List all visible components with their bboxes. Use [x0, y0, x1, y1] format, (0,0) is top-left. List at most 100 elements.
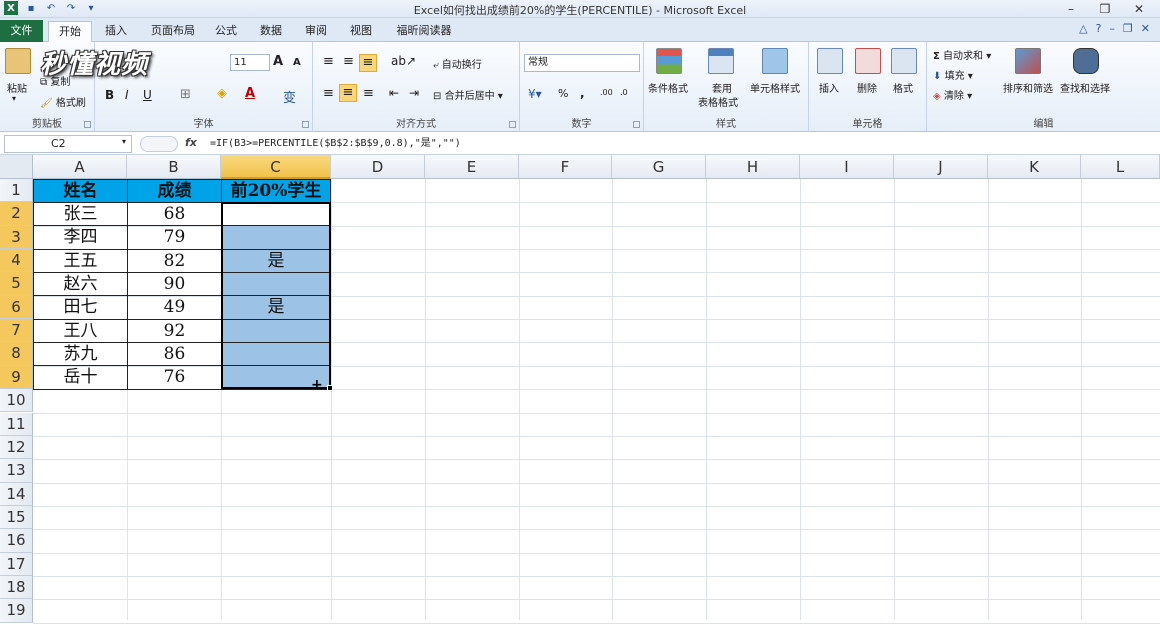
number-format-select[interactable]: 常规: [524, 54, 640, 72]
cell-a1-header[interactable]: 姓名: [33, 179, 128, 203]
fill-color-icon[interactable]: ◈: [217, 86, 227, 101]
column-header-h[interactable]: H: [706, 155, 800, 179]
formula-input[interactable]: =IF(B3>=PERCENTILE($B$2:$B$9,0.8),"是",""…: [210, 135, 461, 153]
row-header-10[interactable]: 10: [0, 389, 33, 413]
fill-handle[interactable]: [327, 385, 333, 391]
format-painter-button[interactable]: 🖌 格式刷: [40, 94, 86, 109]
tab-insert[interactable]: 插入: [100, 21, 132, 42]
cell-score[interactable]: 79: [127, 225, 222, 250]
column-header-b[interactable]: B: [127, 155, 221, 179]
underline-button[interactable]: U: [143, 88, 152, 102]
shrink-font-button[interactable]: A: [293, 57, 301, 68]
tab-view[interactable]: 视图: [345, 21, 377, 42]
row-header-8[interactable]: 8: [0, 342, 33, 366]
row-header-15[interactable]: 15: [0, 505, 33, 530]
tab-formulas[interactable]: 公式: [210, 21, 242, 42]
column-header-f[interactable]: F: [519, 155, 612, 179]
cell-name[interactable]: 王八: [33, 318, 128, 344]
cell-name[interactable]: 李四: [33, 225, 128, 250]
tab-home[interactable]: 开始: [48, 21, 92, 42]
cell-result[interactable]: 是: [221, 248, 331, 274]
insert-function-button[interactable]: fx: [185, 136, 197, 149]
select-all-corner[interactable]: [0, 155, 33, 179]
column-header-i[interactable]: I: [800, 155, 894, 179]
find-select-icon[interactable]: [1073, 48, 1099, 74]
row-header-14[interactable]: 14: [0, 482, 33, 506]
cell-styles-icon[interactable]: [762, 48, 788, 74]
cell-result[interactable]: [221, 272, 331, 297]
column-header-l[interactable]: L: [1081, 155, 1160, 179]
sort-filter-button[interactable]: 排序和筛选: [1003, 80, 1053, 95]
row-header-11[interactable]: 11: [0, 412, 33, 436]
cell-score[interactable]: 82: [127, 248, 222, 274]
orientation-icon[interactable]: ab↗: [391, 54, 416, 68]
grow-font-button[interactable]: A: [273, 54, 283, 69]
worksheet-grid[interactable]: ABCDEFGHIJKL 1 2 3 4 5 6 7 8 9 10 11 12 13 14 15 16 17 18…: [0, 155, 1160, 624]
row-header-7[interactable]: 7: [0, 319, 33, 343]
cell-score[interactable]: 49: [127, 295, 222, 320]
cell-name[interactable]: 王五: [33, 248, 128, 274]
tab-foxit-reader[interactable]: 福昕阅读器: [392, 21, 456, 42]
percent-button[interactable]: %: [558, 87, 568, 100]
align-bottom-icon[interactable]: ≡: [359, 54, 377, 72]
name-box[interactable]: C2: [4, 135, 132, 153]
align-left-icon[interactable]: ≡: [323, 86, 334, 101]
cell-result[interactable]: [221, 202, 331, 227]
tab-page-layout[interactable]: 页面布局: [145, 21, 201, 42]
format-cells-icon[interactable]: [891, 48, 917, 74]
sort-filter-icon[interactable]: [1015, 48, 1041, 74]
column-header-d[interactable]: D: [331, 155, 425, 179]
cell-result[interactable]: [221, 318, 331, 344]
autosum-button[interactable]: Σ 自动求和 ▾: [933, 47, 991, 62]
fill-button[interactable]: ⬇ 填充 ▾: [933, 67, 973, 82]
workbook-close-icon[interactable]: ✕: [1141, 22, 1150, 35]
increase-decimal-icon[interactable]: .00: [600, 88, 613, 97]
help-icon[interactable]: ?: [1096, 22, 1102, 35]
cell-result[interactable]: [221, 225, 331, 250]
column-header-a[interactable]: A: [33, 155, 127, 179]
cell-result[interactable]: [221, 342, 331, 367]
insert-cells-button[interactable]: 插入: [819, 80, 839, 95]
cell-b1-header[interactable]: 成绩: [127, 179, 222, 203]
font-color-icon[interactable]: A: [245, 86, 255, 101]
row-header-1[interactable]: 1: [0, 179, 33, 203]
comma-button[interactable]: ,: [580, 86, 585, 100]
row-header-17[interactable]: 17: [0, 552, 33, 576]
align-middle-icon[interactable]: ≡: [343, 54, 354, 69]
workbook-minimize-icon[interactable]: –: [1109, 22, 1115, 35]
align-top-icon[interactable]: ≡: [323, 54, 334, 69]
cell-c1-header[interactable]: 前20%学生: [221, 179, 331, 203]
format-as-table-button-1[interactable]: 套用: [712, 80, 732, 95]
alignment-launcher-icon[interactable]: [509, 121, 516, 128]
format-as-table-icon[interactable]: [708, 48, 734, 74]
wrap-text-button[interactable]: ⤶ 自动换行: [433, 56, 482, 71]
row-header-19[interactable]: 19: [0, 599, 33, 623]
conditional-formatting-icon[interactable]: [656, 48, 682, 74]
tab-review[interactable]: 审阅: [300, 21, 332, 42]
clear-button[interactable]: ◈ 清除 ▾: [933, 87, 972, 102]
delete-cells-button[interactable]: 删除: [857, 80, 877, 95]
align-center-icon[interactable]: ≡: [339, 84, 357, 102]
phonetic-icon[interactable]: 变: [283, 87, 296, 106]
column-header-c[interactable]: C: [221, 155, 331, 179]
borders-icon[interactable]: ⊞: [180, 87, 191, 102]
row-header-9[interactable]: 9: [0, 365, 33, 390]
tab-file[interactable]: 文件: [0, 20, 43, 42]
paste-button[interactable]: 粘贴: [7, 80, 27, 95]
row-header-5[interactable]: 5: [0, 272, 33, 296]
cell-name[interactable]: 赵六: [33, 272, 128, 297]
insert-cells-icon[interactable]: [817, 48, 843, 74]
row-header-12[interactable]: 12: [0, 435, 33, 460]
merge-center-button[interactable]: ⊟ 合并后居中 ▾: [433, 87, 503, 102]
column-header-e[interactable]: E: [425, 155, 519, 179]
paste-dropdown-icon[interactable]: ▾: [12, 94, 16, 103]
format-as-table-button-2[interactable]: 表格格式: [698, 94, 738, 109]
cell-name[interactable]: 田七: [33, 295, 128, 320]
cell-name[interactable]: 岳十: [33, 365, 128, 390]
font-launcher-icon[interactable]: [302, 121, 309, 128]
column-header-k[interactable]: K: [988, 155, 1081, 179]
decrease-indent-icon[interactable]: ⇤: [389, 86, 399, 100]
cell-result[interactable]: 是: [221, 295, 331, 320]
conditional-formatting-button[interactable]: 条件格式: [648, 80, 688, 95]
close-icon[interactable]: ✕: [1122, 0, 1156, 18]
